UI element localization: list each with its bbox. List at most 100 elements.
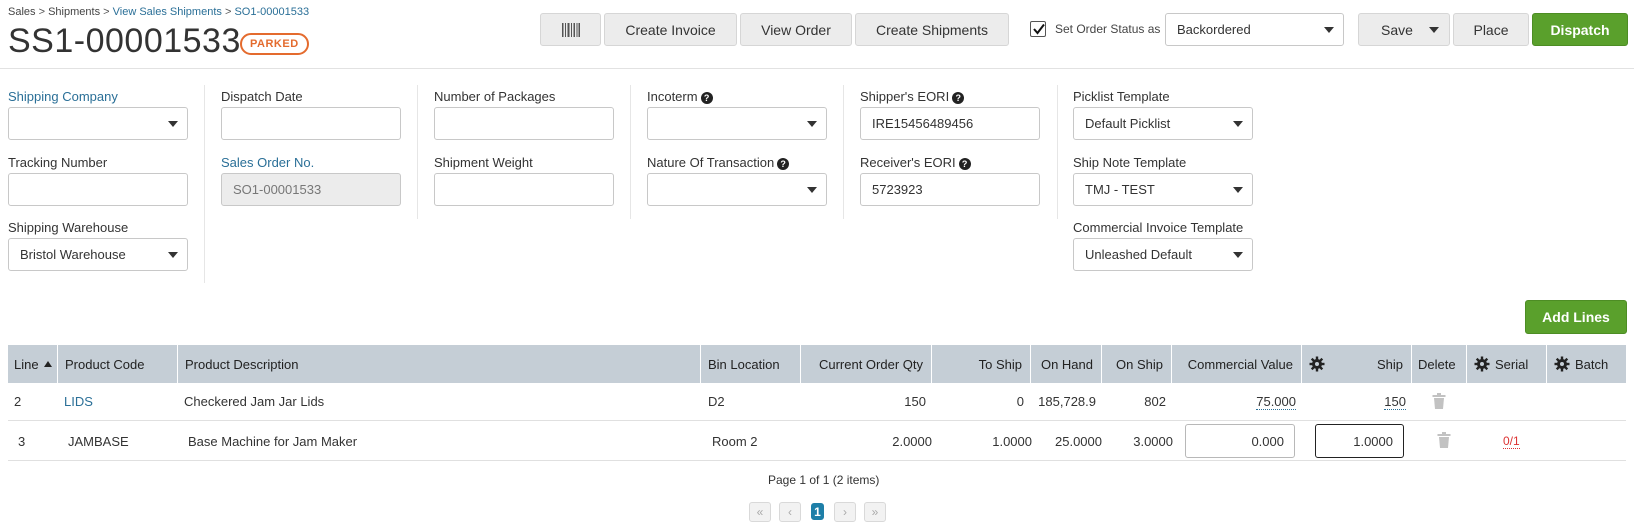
column-header-on-ship[interactable]: On Ship	[1102, 345, 1172, 383]
nature-of-transaction-select[interactable]	[647, 173, 827, 206]
first-page-button[interactable]: «	[749, 502, 771, 522]
column-header-batch[interactable]: Batch	[1547, 345, 1626, 383]
column-header-serial-label: Serial	[1495, 356, 1529, 372]
commercial-value-input[interactable]: 0.000	[1185, 424, 1295, 458]
column-header-bin-location[interactable]: Bin Location	[701, 345, 801, 383]
help-icon[interactable]: ?	[700, 92, 713, 104]
column-divider	[417, 85, 418, 219]
column-divider	[204, 85, 205, 283]
row-product-code-link[interactable]: LIDS	[64, 394, 93, 409]
receivers-eori-input[interactable]: 5723923	[860, 173, 1040, 206]
row-product-code: JAMBASE	[68, 434, 129, 449]
prev-page-button[interactable]: ‹	[779, 502, 801, 522]
set-order-status-checkbox[interactable]	[1030, 21, 1046, 37]
shipping-warehouse-select[interactable]: Bristol Warehouse	[8, 238, 188, 271]
chevron-down-icon	[1233, 121, 1243, 127]
breadcrumb-sales-order[interactable]: SO1-00001533	[234, 6, 309, 18]
save-button[interactable]: Save	[1358, 13, 1450, 46]
column-header-product-code[interactable]: Product Code	[58, 345, 178, 383]
view-order-button[interactable]: View Order	[740, 13, 852, 46]
commercial-invoice-template-label: Commercial Invoice Template	[1073, 220, 1244, 235]
page-number-button[interactable]: 1	[811, 503, 824, 520]
gear-icon[interactable]	[1309, 356, 1325, 372]
double-chevron-left-icon: «	[756, 505, 764, 519]
order-status-select[interactable]: Backordered	[1165, 13, 1344, 46]
column-header-on-hand[interactable]: On Hand	[1031, 345, 1102, 383]
shippers-eori-label-wrap: Shipper's EORI?	[860, 89, 965, 104]
row-on-hand: 25.0000	[1055, 434, 1102, 449]
column-divider	[843, 85, 844, 219]
header-divider	[0, 68, 1634, 69]
nature-of-transaction-label-wrap: Nature Of Transaction?	[647, 155, 790, 170]
row-bin-location: D2	[708, 394, 725, 409]
receivers-eori-label-wrap: Receiver's EORI?	[860, 155, 971, 170]
last-page-button[interactable]: »	[864, 502, 886, 522]
trash-icon[interactable]	[1432, 393, 1446, 409]
row-on-ship: 802	[1144, 394, 1166, 409]
picklist-template-select[interactable]: Default Picklist	[1073, 107, 1253, 140]
order-status-value: Backordered	[1177, 22, 1251, 37]
gear-icon[interactable]	[1474, 356, 1490, 372]
trash-icon[interactable]	[1437, 432, 1451, 448]
breadcrumb-view-sales-shipments[interactable]: View Sales Shipments	[113, 6, 222, 18]
ship-note-template-label: Ship Note Template	[1073, 155, 1187, 170]
incoterm-select[interactable]	[647, 107, 827, 140]
picklist-template-label: Picklist Template	[1073, 89, 1170, 104]
ship-note-template-select[interactable]: TMJ - TEST	[1073, 173, 1253, 206]
place-button[interactable]: Place	[1453, 13, 1529, 46]
column-header-commercial-value[interactable]: Commercial Value	[1172, 345, 1302, 383]
shippers-eori-input[interactable]: IRE15456489456	[860, 107, 1040, 140]
help-icon[interactable]: ?	[958, 158, 971, 170]
chevron-down-icon[interactable]	[1429, 27, 1439, 33]
gear-icon[interactable]	[1554, 356, 1570, 372]
shipping-warehouse-label: Shipping Warehouse	[8, 220, 129, 235]
sort-ascending-icon	[44, 361, 52, 367]
tracking-number-label: Tracking Number	[8, 155, 108, 170]
dispatch-button[interactable]: Dispatch	[1532, 13, 1628, 46]
row-to-ship: 0	[1016, 394, 1024, 409]
incoterm-label: Incoterm	[647, 89, 698, 104]
column-divider	[1057, 85, 1058, 219]
shipping-company-label: Shipping Company	[8, 89, 118, 104]
row-description: Base Machine for Jam Maker	[188, 434, 358, 449]
help-icon[interactable]: ?	[777, 158, 790, 170]
ship-qty-input[interactable]: 1.0000	[1315, 424, 1404, 458]
pagination-summary: Page 1 of 1 (2 items)	[768, 473, 880, 487]
column-header-batch-label: Batch	[1575, 356, 1609, 372]
column-header-serial[interactable]: Serial	[1467, 345, 1547, 383]
chevron-down-icon	[1233, 252, 1243, 258]
add-lines-button[interactable]: Add Lines	[1525, 300, 1627, 334]
column-header-delete[interactable]: Delete	[1412, 345, 1467, 383]
number-of-packages-input[interactable]	[434, 107, 614, 140]
number-of-packages-label: Number of Packages	[434, 89, 556, 104]
row-description: Checkered Jam Jar Lids	[184, 394, 325, 409]
create-invoice-button[interactable]: Create Invoice	[604, 13, 737, 46]
dispatch-date-input[interactable]	[221, 107, 401, 140]
picklist-template-value: Default Picklist	[1085, 116, 1171, 131]
row-on-ship: 3.0000	[1133, 434, 1173, 449]
row-divider	[8, 460, 1626, 461]
chevron-down-icon	[807, 121, 817, 127]
column-header-ship[interactable]: Ship	[1302, 345, 1412, 383]
create-shipments-button[interactable]: Create Shipments	[855, 13, 1009, 46]
shipping-company-select[interactable]	[8, 107, 188, 140]
row-ship-qty[interactable]: 150	[1384, 394, 1406, 410]
breadcrumb-separator: >	[224, 6, 232, 18]
column-header-line[interactable]: Line	[8, 345, 58, 383]
shipment-weight-input[interactable]	[434, 173, 614, 206]
column-header-product-description[interactable]: Product Description	[178, 345, 701, 383]
column-header-current-order-qty[interactable]: Current Order Qty	[801, 345, 932, 383]
commercial-invoice-template-value: Unleashed Default	[1085, 247, 1192, 262]
next-page-button[interactable]: ›	[834, 502, 856, 522]
checkmark-icon	[1033, 23, 1045, 35]
row-on-hand: 185,728.9	[1038, 394, 1096, 409]
commercial-invoice-template-select[interactable]: Unleashed Default	[1073, 238, 1253, 271]
row-commercial-value[interactable]: 75.000	[1256, 394, 1296, 410]
breadcrumb-sales[interactable]: Sales	[8, 6, 36, 18]
serial-count-link[interactable]: 0/1	[1503, 434, 1520, 449]
column-header-to-ship[interactable]: To Ship	[932, 345, 1031, 383]
barcode-button[interactable]	[540, 13, 601, 46]
tracking-number-input[interactable]	[8, 173, 188, 206]
breadcrumb-shipments[interactable]: Shipments	[48, 6, 100, 18]
help-icon[interactable]: ?	[952, 92, 965, 104]
